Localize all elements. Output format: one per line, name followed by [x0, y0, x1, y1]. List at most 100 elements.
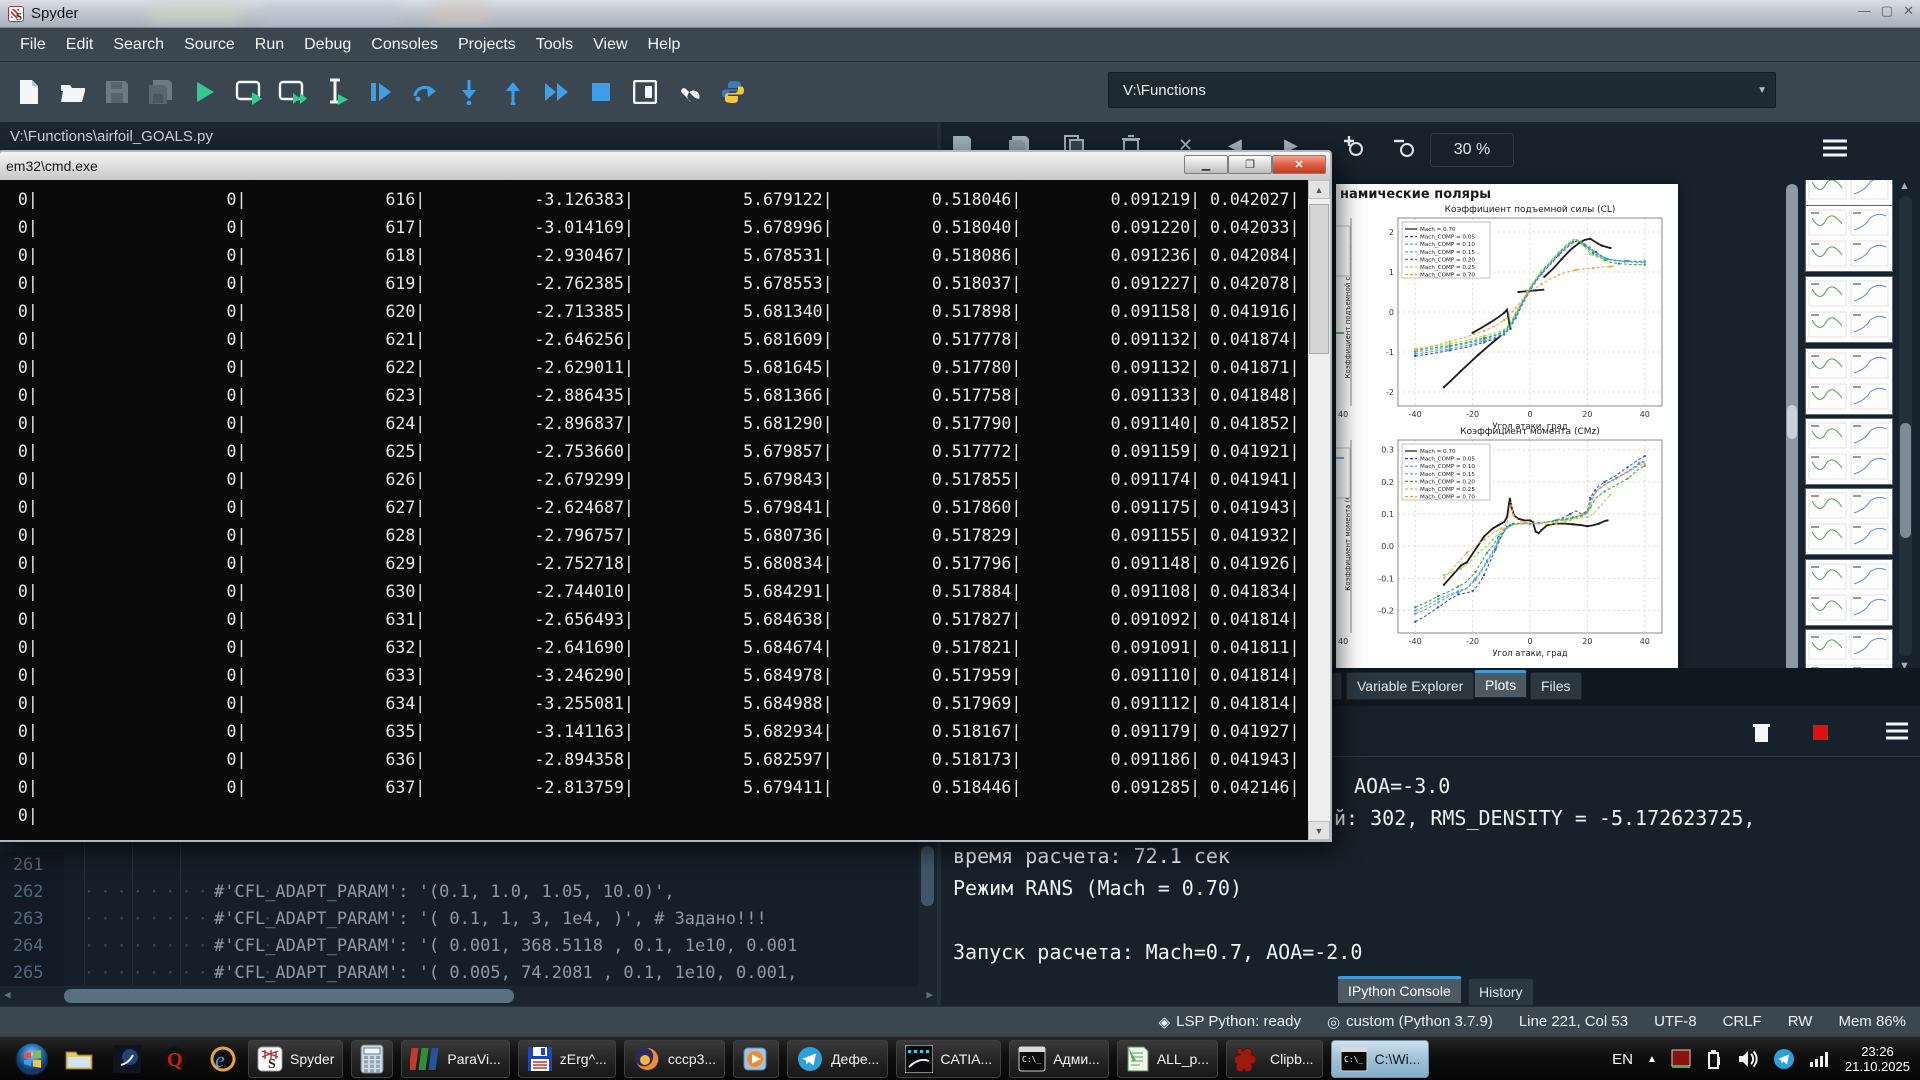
show-hidden-icons-icon[interactable]: ▲: [1647, 1054, 1657, 1065]
taskbar-qip-icon[interactable]: Q: [158, 1042, 192, 1076]
tab-ipython-console[interactable]: IPython Console: [1337, 976, 1462, 1004]
language-indicator[interactable]: EN: [1612, 1051, 1633, 1068]
taskbar-button-telegram[interactable]: Дефе...: [787, 1040, 888, 1078]
taskbar-explorer-icon[interactable]: [62, 1042, 96, 1076]
menu-help[interactable]: Help: [638, 32, 691, 58]
thumbnails-scrollbar[interactable]: ▲ ▼: [1897, 180, 1914, 672]
power-tray-icon[interactable]: [1705, 1049, 1723, 1069]
taskbar-button-cmdicon[interactable]: C:\_Адми...: [1009, 1040, 1109, 1078]
plot-thumbnails-list[interactable]: [1805, 180, 1893, 672]
tab-files[interactable]: Files: [1530, 672, 1582, 700]
scroll-left-icon[interactable]: ◀: [4, 988, 11, 1001]
zoom-out-icon[interactable]: [1392, 135, 1416, 159]
minimize-window-icon[interactable]: —: [1858, 3, 1871, 19]
plot-thumbnail[interactable]: [1805, 559, 1893, 626]
step-into-button[interactable]: [454, 77, 484, 107]
run-cell-advance-button[interactable]: [278, 77, 308, 107]
maximize-window-icon[interactable]: ▢: [1881, 3, 1893, 19]
menu-tools[interactable]: Tools: [526, 32, 583, 58]
cmd-scrollbar[interactable]: ▲ ▼: [1308, 180, 1330, 840]
taskbar-button-clipb[interactable]: Clipb...: [1226, 1040, 1323, 1078]
menu-projects[interactable]: Projects: [448, 32, 526, 58]
plot-thumbnail[interactable]: [1805, 629, 1893, 672]
editor-line[interactable]: 262 ············#'CFL_ADAPT_PARAM': '(0.…: [0, 879, 937, 906]
editor-line[interactable]: 265 ············#'CFL_ADAPT_PARAM': '( 0…: [0, 960, 937, 987]
new-file-button[interactable]: [14, 77, 44, 107]
working-directory-input[interactable]: V:\Functions ▼: [1108, 72, 1776, 108]
volume-tray-icon[interactable]: [1737, 1049, 1759, 1069]
step-out-button[interactable]: [498, 77, 528, 107]
plot-thumbnail[interactable]: [1805, 488, 1893, 555]
plot-zoom-level[interactable]: 30 %: [1430, 133, 1514, 167]
plots-scrollbar[interactable]: [1786, 184, 1798, 672]
console-options-menu-icon[interactable]: [1885, 722, 1909, 740]
save-all-button[interactable]: [146, 77, 176, 107]
scroll-up-icon[interactable]: ▲: [1308, 180, 1330, 199]
plot-figure[interactable]: намические поляры-40-2002040210-1-2Коэфф…: [1336, 184, 1678, 672]
cmd-titlebar[interactable]: em32\cmd.exe ▁ ❐ ✕: [0, 152, 1330, 180]
plot-thumbnail[interactable]: [1805, 276, 1893, 343]
menu-edit[interactable]: Edit: [56, 32, 104, 58]
open-file-button[interactable]: [58, 77, 88, 107]
recorder-tray-icon[interactable]: [1671, 1049, 1691, 1069]
python-path-manager-icon[interactable]: [718, 77, 748, 107]
menu-file[interactable]: File: [10, 32, 56, 58]
scroll-up-icon[interactable]: ▲: [1899, 180, 1910, 192]
maximize-pane-button[interactable]: [630, 77, 660, 107]
run-selection-button[interactable]: [322, 77, 352, 107]
stop-button[interactable]: [586, 77, 616, 107]
taskbar-button-notepad[interactable]: ALL_p...: [1117, 1040, 1218, 1078]
taskbar-button-wmp[interactable]: [733, 1040, 779, 1078]
tab-variable-explorer[interactable]: Variable Explorer: [1346, 672, 1474, 700]
step-over-button[interactable]: [410, 77, 440, 107]
editor-line[interactable]: 261: [0, 852, 937, 879]
menu-consoles[interactable]: Consoles: [361, 32, 448, 58]
cmd-output[interactable]: 0| 0| 616| -3.126383| 5.679122| 0.518046…: [0, 180, 1330, 840]
zoom-in-icon[interactable]: [1342, 135, 1366, 159]
run-cell-button[interactable]: [234, 77, 264, 107]
chevron-down-icon[interactable]: ▼: [1757, 85, 1767, 96]
menu-view[interactable]: View: [583, 32, 637, 58]
scroll-right-icon[interactable]: ▶: [926, 988, 933, 1001]
telegram-tray-icon[interactable]: [1773, 1048, 1795, 1070]
editor-line[interactable]: 264 ············#'CFL_ADAPT_PARAM': '( 0…: [0, 933, 937, 960]
plot-thumbnail[interactable]: [1805, 418, 1893, 485]
taskbar-button-paraview[interactable]: ParaVi...: [401, 1040, 509, 1078]
editor-line[interactable]: 263 ············#'CFL_ADAPT_PARAM': '( 0…: [0, 906, 937, 933]
continue-execution-button[interactable]: [542, 77, 572, 107]
editor-vertical-scrollbar[interactable]: [918, 842, 937, 986]
plots-options-menu-icon[interactable]: [1822, 138, 1848, 158]
cmd-close-button[interactable]: ✕: [1272, 155, 1326, 174]
editor-pane[interactable]: 261 262 ············#'CFL_ADAPT_PARAM': …: [0, 842, 937, 1006]
taskbar-button-catia[interactable]: CATIA...: [896, 1040, 1001, 1078]
interpreter-status[interactable]: custom (Python 3.7.9): [1346, 1013, 1493, 1030]
tab-history[interactable]: History: [1468, 978, 1534, 1006]
cmd-minimize-button[interactable]: ▁: [1184, 155, 1228, 174]
taskbar-button-cmdicon[interactable]: C:\_C:\Wi...: [1331, 1040, 1430, 1078]
close-window-icon[interactable]: ✕: [1903, 3, 1914, 19]
menu-run[interactable]: Run: [245, 32, 294, 58]
plot-thumbnail[interactable]: [1805, 205, 1893, 272]
start-button[interactable]: [14, 1042, 48, 1076]
taskbar-button-floppy[interactable]: zErg^...: [518, 1040, 616, 1078]
remove-variables-trash-icon[interactable]: [1753, 722, 1771, 744]
menu-search[interactable]: Search: [103, 32, 174, 58]
network-tray-icon[interactable]: [1809, 1050, 1831, 1068]
taskbar-dassault-icon[interactable]: [110, 1042, 144, 1076]
menu-source[interactable]: Source: [174, 32, 245, 58]
save-button[interactable]: [102, 77, 132, 107]
tab-hidden-partial[interactable]: [1332, 672, 1342, 700]
run-button[interactable]: [190, 77, 220, 107]
preferences-wrench-icon[interactable]: [674, 77, 704, 107]
taskbar-button-calc[interactable]: [351, 1040, 393, 1078]
taskbar-button-spyder[interactable]: SSpyder: [248, 1040, 343, 1078]
tab-plots[interactable]: Plots: [1474, 670, 1527, 698]
taskbar-clock[interactable]: 23:26 21.10.2025: [1845, 1044, 1910, 1074]
cmd-maximize-button[interactable]: ❐: [1228, 155, 1272, 174]
menu-debug[interactable]: Debug: [294, 32, 361, 58]
cmd-window[interactable]: em32\cmd.exe ▁ ❐ ✕ 0| 0| 616| -3.126383|…: [0, 150, 1332, 842]
taskbar-button-firefox[interactable]: cccp3...: [624, 1040, 725, 1078]
plot-thumbnail[interactable]: [1805, 348, 1893, 415]
editor-horizontal-scrollbar[interactable]: ◀ ▶: [0, 986, 937, 1006]
debug-button[interactable]: [366, 77, 396, 107]
